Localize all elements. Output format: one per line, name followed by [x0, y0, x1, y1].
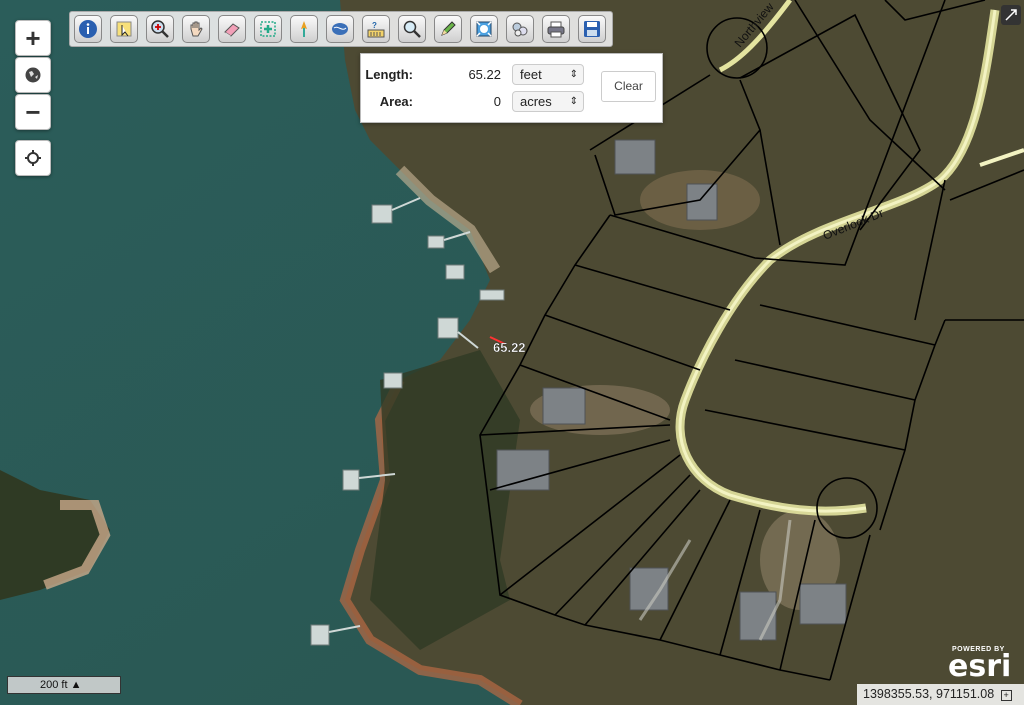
expand-coords-icon[interactable]: + — [1000, 690, 1012, 701]
info-icon — [79, 20, 97, 38]
svg-text:?: ? — [372, 21, 377, 30]
zoom-in-icon — [151, 20, 169, 38]
pan-hand-icon — [190, 21, 203, 37]
full-extent-tool-button[interactable] — [470, 15, 498, 43]
draw-pencil-icon — [441, 21, 456, 36]
area-unit-select[interactable]: acres ⇕ — [512, 91, 584, 112]
query-icon: ? — [367, 21, 385, 38]
locate-button[interactable] — [15, 140, 51, 176]
zoom-in-label: + — [25, 22, 41, 53]
print-tool-button[interactable] — [542, 15, 570, 43]
coordinates-readout: 1398355.53, 971151.08 + — [857, 684, 1024, 705]
pin-tool-button[interactable] — [290, 15, 318, 43]
esri-logo: POWERED BY esri — [948, 646, 1012, 684]
query-tool-button[interactable]: ? — [362, 15, 390, 43]
select-tool-button[interactable] — [110, 15, 138, 43]
draw-tool-button[interactable] — [434, 15, 462, 43]
length-unit-select[interactable]: feet ⇕ — [512, 64, 584, 85]
select-parcels-tool-button[interactable] — [254, 15, 282, 43]
eraser-tool-button[interactable] — [218, 15, 246, 43]
chevron-updown-icon: ⇕ — [569, 96, 578, 107]
pin-icon — [301, 21, 307, 37]
search-tool-button[interactable] — [398, 15, 426, 43]
pan-tool-button[interactable] — [182, 15, 210, 43]
area-value: 0 — [493, 94, 501, 109]
esri-brand-text: esri — [948, 649, 1012, 684]
crosshair-icon — [25, 150, 41, 166]
globe-icon — [25, 67, 41, 83]
measure-panel: Length: 65.22 feet ⇕ Area: 0 acres ⇕ Clear — [360, 53, 663, 123]
layers-tool-button[interactable] — [506, 15, 534, 43]
layers-icon — [512, 22, 528, 37]
full-extent-icon — [476, 21, 492, 37]
save-tool-button[interactable] — [578, 15, 606, 43]
eraser-icon — [224, 23, 240, 37]
select-parcels-icon — [260, 21, 276, 37]
length-value: 65.22 — [468, 67, 501, 82]
basemap-icon — [332, 23, 348, 35]
select-icon — [116, 21, 132, 37]
coordinates-text: 1398355.53, 971151.08 — [863, 687, 995, 701]
chevron-updown-icon: ⇕ — [569, 69, 578, 80]
info-tool-button[interactable] — [74, 15, 102, 43]
globe-button[interactable] — [15, 57, 51, 93]
zoom-out-label: − — [25, 96, 41, 127]
basemap-tool-button[interactable] — [326, 15, 354, 43]
length-unit-value: feet — [520, 67, 542, 82]
zoom-out-button[interactable]: − — [15, 94, 51, 130]
search-icon — [403, 20, 421, 38]
print-icon — [547, 21, 565, 38]
length-label: Length: — [365, 67, 413, 82]
area-label: Area: — [379, 94, 413, 109]
zoom-in-tool-button[interactable] — [146, 15, 174, 43]
save-icon — [584, 21, 600, 37]
zoom-in-button[interactable]: + — [15, 20, 51, 56]
measure-map-label: 65.22 — [493, 340, 526, 355]
area-unit-value: acres — [520, 94, 552, 109]
scale-bar: 200 ft ▲ — [7, 676, 121, 694]
clear-button[interactable]: Clear — [601, 71, 656, 102]
map-toolbar: ? — [69, 11, 613, 47]
